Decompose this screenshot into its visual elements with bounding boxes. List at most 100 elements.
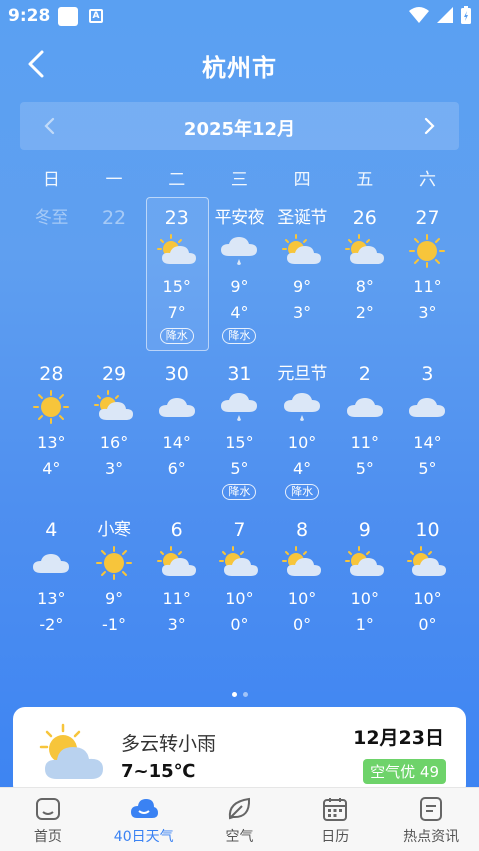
low-temp: 4° [42,459,61,478]
calendar-grid: 冬至 22 23 15° 7° 降水 平安夜 9° 4° 降水 圣诞节 9° 3° 26 8° 2° 27 11°… [20,197,459,666]
high-temp: 9° [104,589,124,608]
day-label: 10 [415,519,440,541]
weekday-label: 二 [168,170,186,190]
high-temp: 11° [162,589,191,608]
high-temp: 10° [413,589,442,608]
day-label: 9 [358,519,371,541]
low-temp: 4° [293,459,312,478]
day-label: 7 [233,519,246,541]
month-navigator: 2025年12月 [20,102,459,150]
day-label: 4 [45,519,58,541]
day-label: 小寒 [97,520,131,540]
low-temp: 0° [418,615,437,634]
sun-icon [96,546,133,580]
high-temp: 10° [287,433,317,452]
sun-cloud-icon [94,390,134,420]
calendar-day-cell: 22 [83,198,146,354]
high-temp: 15° [162,277,191,296]
low-temp: 5° [355,459,374,478]
day-label: 冬至 [34,208,68,228]
tab-calendar[interactable]: 日历 [287,788,383,851]
calendar-day-cell[interactable]: 圣诞节 9° 3° [271,198,334,354]
high-temp: 14° [413,433,442,452]
calendar-day-cell[interactable]: 平安夜 9° 4° 降水 [208,198,271,354]
high-temp: 16° [99,433,129,452]
calendar-day-cell[interactable]: 7 10° 0° [208,510,271,666]
calendar-day-cell[interactable]: 6 11° 3° [145,510,208,666]
sun-cloud-icon [156,546,196,576]
tab-label: 热点资讯 [403,829,460,845]
calendar-day-cell[interactable]: 29 16° 3° [83,354,146,510]
calendar-day-cell[interactable]: 3 14° 5° [396,354,459,510]
tab-home[interactable]: 首页 [0,788,96,851]
cloud-icon [33,554,70,573]
precipitation-tag: 降水 [222,328,257,344]
cloud-icon [346,398,383,417]
month-label: 2025年12月 [183,119,296,140]
precipitation-tag: 降水 [159,328,194,344]
calendar-day-cell[interactable]: 8 10° 0° [271,510,334,666]
low-temp: 5° [418,459,437,478]
calendar-day-cell[interactable]: 9 10° 1° [333,510,396,666]
day-label: 28 [39,363,64,385]
calendar-day-cell[interactable]: 27 11° 3° [396,198,459,354]
notification-a-icon: A [89,9,103,23]
calendar-day-cell-selected[interactable]: 23 15° 7° 降水 [145,197,209,354]
low-temp: -1° [102,615,126,634]
low-temp: 3° [104,459,124,478]
day-summary-card[interactable]: 多云转小雨 7~15℃ 12月23日 空气优 49 [13,707,466,797]
calendar-day-cell[interactable]: 4 13° -2° [20,510,83,666]
low-temp: 3° [418,303,437,322]
sun-cloud-icon [344,546,384,576]
rain-cloud-icon [284,393,321,421]
low-temp: 3° [293,303,312,322]
condition-text: 多云转小雨 [121,733,217,755]
wifi-icon [409,7,429,23]
cloud-icon [130,799,158,818]
tab-label: 日历 [321,829,350,845]
notification-square-icon [58,7,78,26]
calendar-day-cell: 冬至 [20,198,83,354]
calendar-week-row: 28 13° 4° 29 16° 3° 30 14° 6° 31 15° 5° 降水 元旦节 10° 4° 降水… [20,354,459,510]
precipitation-tag: 降水 [222,484,257,500]
calendar-day-cell[interactable]: 26 8° 2° [333,198,396,354]
page-indicator [0,682,479,701]
low-temp: -2° [39,615,64,634]
day-label: 27 [415,207,440,229]
home-icon [35,798,60,820]
calendar-day-cell[interactable]: 31 15° 5° 降水 [208,354,271,510]
calendar-day-cell[interactable]: 30 14° 6° [145,354,208,510]
calendar-day-cell[interactable]: 2 11° 5° [333,354,396,510]
day-label: 31 [227,363,252,385]
day-label: 圣诞节 [277,208,327,228]
tab-air[interactable]: 空气 [192,788,288,851]
calendar-day-cell[interactable]: 小寒 9° -1° [83,510,146,666]
tab-hot-news[interactable]: 热点资讯 [383,788,479,851]
cloud-icon [409,398,446,417]
calendar-day-cell[interactable]: 10 10° 0° [396,510,459,666]
card-date: 12月23日 [353,727,444,749]
cloud-icon [158,398,195,417]
calendar-icon [323,798,348,821]
page-dot-active [231,692,237,697]
calendar-day-cell[interactable]: 28 13° 4° [20,354,83,510]
low-temp: 3° [167,615,186,634]
tab-40-day-weather[interactable]: 40日天气 [96,788,192,851]
sun-icon [409,234,446,268]
high-temp: 8° [355,277,374,296]
calendar-day-cell[interactable]: 元旦节 10° 4° 降水 [271,354,334,510]
next-month-chevron-icon[interactable] [417,114,441,138]
news-icon [420,797,443,821]
sun-cloud-icon [407,546,447,576]
calendar-week-row: 4 13° -2° 小寒 9° -1° 6 11° 3° 7 10° 0° 8 10° 0° 9 10° 1° 10… [20,510,459,666]
page-title: 杭州市 [202,54,277,82]
tab-label: 40日天气 [113,829,174,845]
sun-cloud-icon [219,546,259,576]
aqi-badge[interactable]: 空气优 49 [363,759,446,784]
sun-cloud-icon [344,234,384,264]
status-bar: 9:28 A [0,0,479,34]
sun-icon [33,390,70,424]
page-dot [242,692,248,697]
day-label: 平安夜 [214,208,265,228]
leaf-icon [229,797,251,820]
